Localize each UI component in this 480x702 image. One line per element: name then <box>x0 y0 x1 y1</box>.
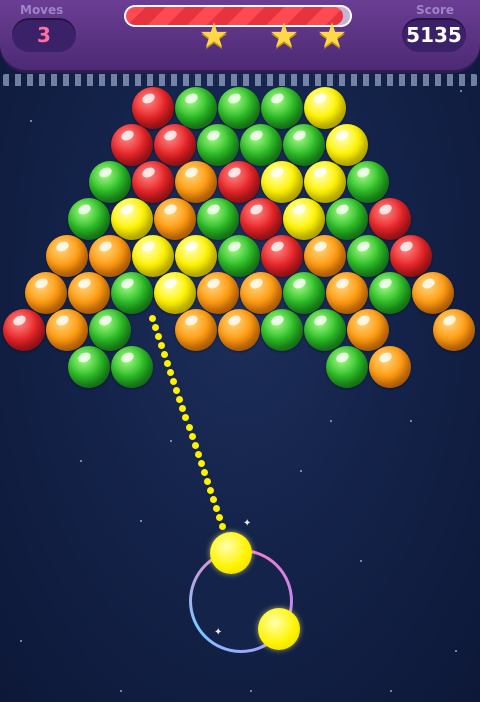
yellow-bubble <box>261 161 303 203</box>
yellow-bubble <box>304 87 346 129</box>
yellow-bubble <box>154 272 196 314</box>
green-bubble <box>283 272 325 314</box>
orange-bubble <box>347 309 389 351</box>
green-bubble <box>347 161 389 203</box>
orange-bubble <box>240 272 282 314</box>
green-bubble <box>218 235 260 277</box>
green-bubble <box>68 346 110 388</box>
red-bubble <box>369 198 411 240</box>
yellow-bubble <box>283 198 325 240</box>
aim-dot <box>188 432 196 440</box>
aim-dot <box>149 315 156 322</box>
current-ball[interactable] <box>210 532 252 574</box>
orange-bubble <box>218 309 260 351</box>
orange-bubble <box>197 272 239 314</box>
orange-bubble <box>175 309 217 351</box>
aim-dot <box>191 441 199 449</box>
green-bubble <box>240 124 282 166</box>
red-bubble <box>240 198 282 240</box>
orange-bubble <box>433 309 475 351</box>
red-bubble <box>3 309 45 351</box>
orange-bubble <box>68 272 110 314</box>
green-bubble <box>197 124 239 166</box>
orange-bubble <box>89 235 131 277</box>
sparkle-icon: ✦ <box>214 627 223 638</box>
green-bubble <box>89 161 131 203</box>
green-bubble <box>347 235 389 277</box>
green-bubble <box>218 87 260 129</box>
aim-dot <box>185 423 193 431</box>
green-bubble <box>326 346 368 388</box>
orange-bubble <box>46 235 88 277</box>
yellow-bubble <box>326 124 368 166</box>
red-bubble <box>111 124 153 166</box>
red-bubble <box>132 161 174 203</box>
red-bubble <box>261 235 303 277</box>
yellow-bubble <box>111 198 153 240</box>
green-bubble <box>68 198 110 240</box>
aim-dot <box>212 504 220 512</box>
orange-bubble <box>304 235 346 277</box>
green-bubble <box>89 309 131 351</box>
aim-dot <box>219 523 226 530</box>
green-bubble <box>369 272 411 314</box>
green-bubble <box>111 272 153 314</box>
next-ball-swap[interactable] <box>258 608 300 650</box>
green-bubble <box>304 309 346 351</box>
red-bubble <box>132 87 174 129</box>
green-bubble <box>197 198 239 240</box>
orange-bubble <box>175 161 217 203</box>
yellow-bubble <box>132 235 174 277</box>
orange-bubble <box>326 272 368 314</box>
orange-bubble <box>412 272 454 314</box>
yellow-bubble <box>175 235 217 277</box>
aim-dot <box>194 450 202 458</box>
aim-dot <box>206 486 214 494</box>
green-bubble <box>261 309 303 351</box>
orange-bubble <box>25 272 67 314</box>
red-bubble <box>154 124 196 166</box>
orange-bubble <box>46 309 88 351</box>
green-bubble <box>283 124 325 166</box>
sparkle-icon: ✦ <box>243 518 252 529</box>
aim-dot <box>200 468 208 476</box>
green-bubble <box>175 87 217 129</box>
orange-bubble <box>154 198 196 240</box>
aim-dot <box>203 477 211 485</box>
aim-dot <box>209 495 217 503</box>
yellow-bubble <box>304 161 346 203</box>
green-bubble <box>261 87 303 129</box>
green-bubble <box>326 198 368 240</box>
aim-dot <box>152 324 160 332</box>
green-bubble <box>111 346 153 388</box>
aim-dot <box>215 513 223 521</box>
red-bubble <box>218 161 260 203</box>
aim-dot <box>197 459 205 467</box>
orange-bubble <box>369 346 411 388</box>
red-bubble <box>390 235 432 277</box>
